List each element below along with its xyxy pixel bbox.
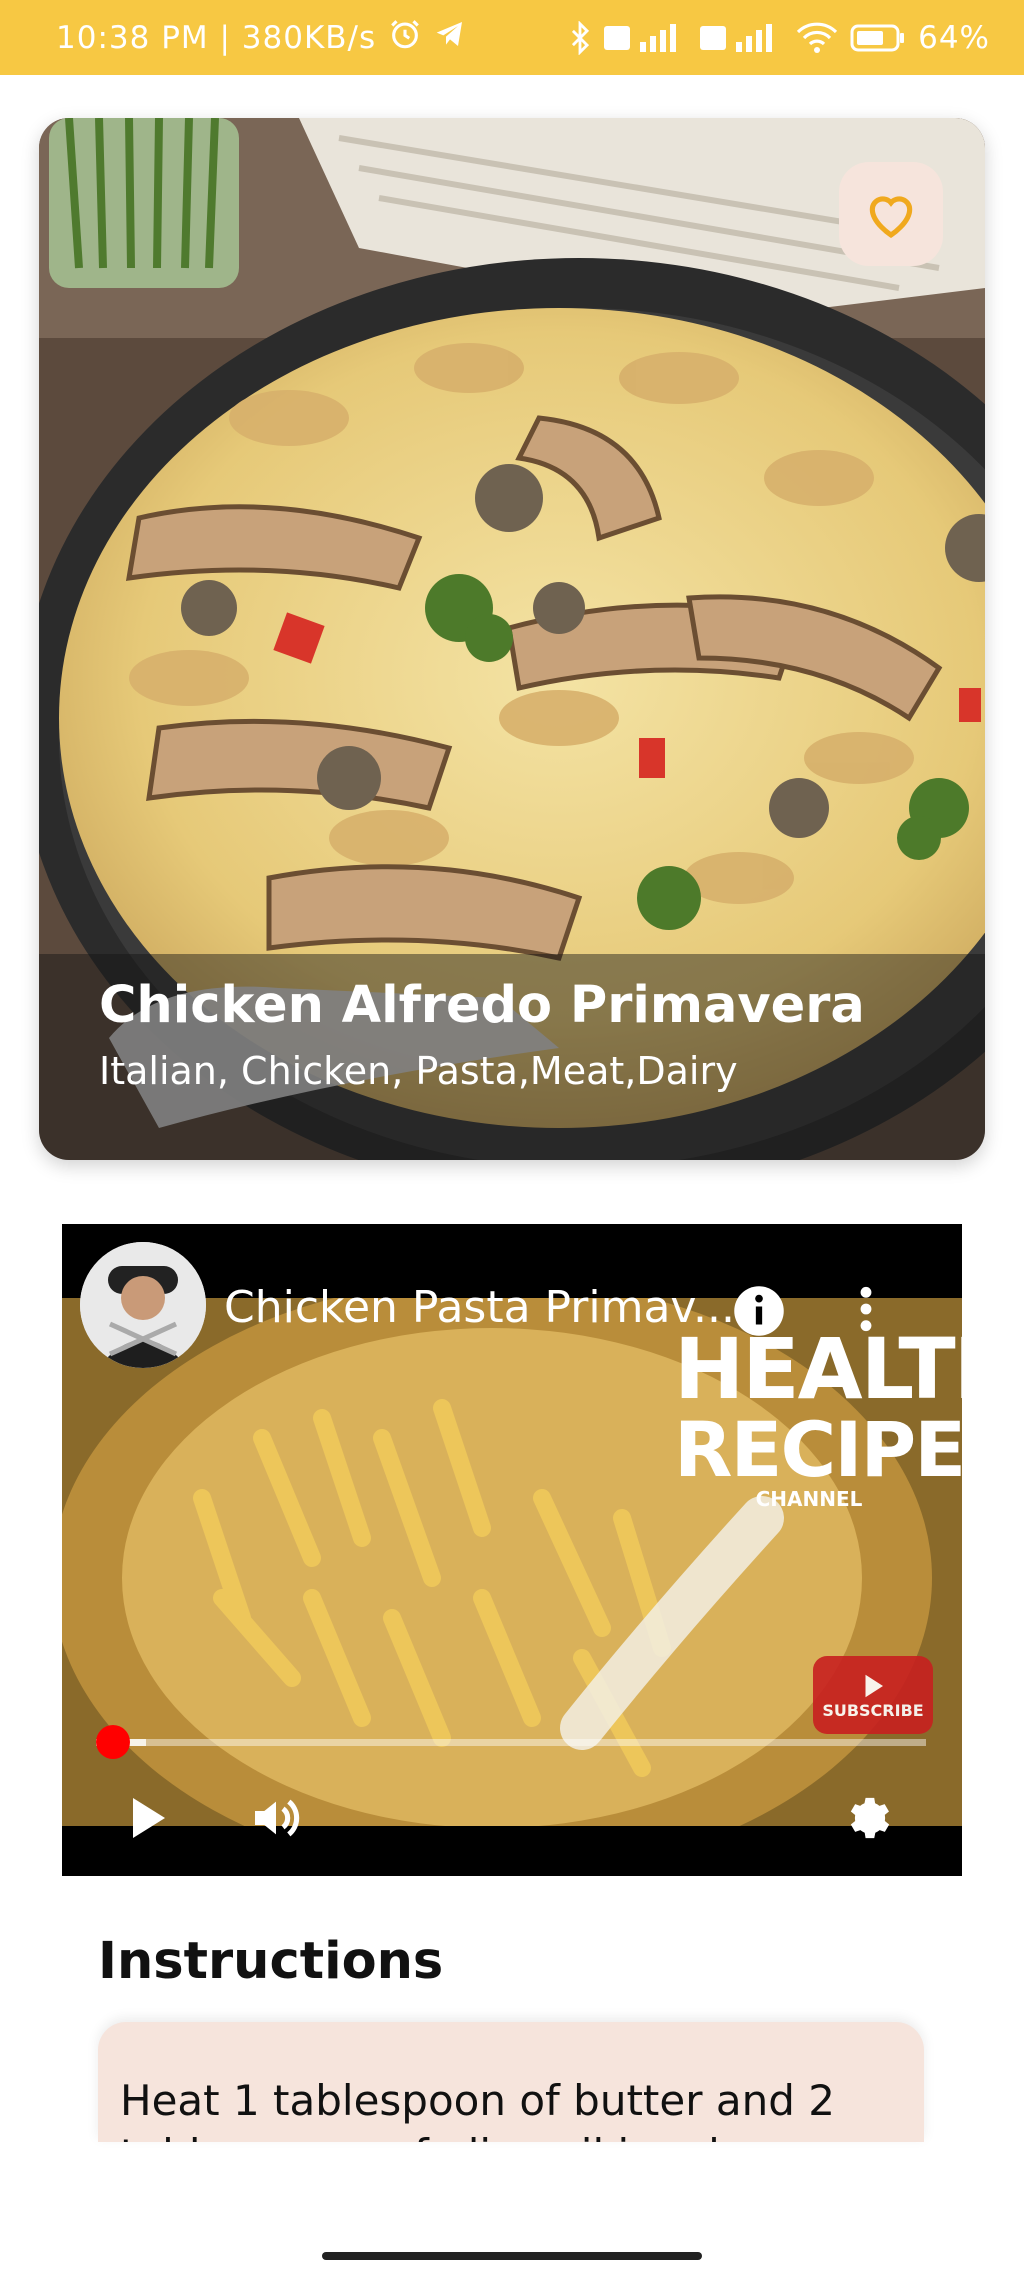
status-time-speed: 10:38 PM | 380KB/s [56,19,377,56]
recipe-caption: Chicken Alfredo Primavera Italian, Chick… [39,954,985,1160]
logo-line-2: RECIPES [674,1404,962,1494]
recipe-hero-card[interactable]: Chicken Alfredo Primavera Italian, Chick… [39,118,985,1160]
instruction-step-text: Heat 1 tablespoon of butter and 2 tables… [120,2076,835,2142]
play-triangle-icon [865,1674,883,1697]
volume-button[interactable] [248,1790,304,1850]
video-title[interactable]: Chicken Pasta Primav... [224,1282,735,1333]
heart-outline-icon [869,196,913,239]
video-progress-bar[interactable] [96,1739,926,1746]
home-indicator[interactable] [322,2252,702,2260]
favorite-button[interactable] [839,162,943,266]
chef-avatar-image [80,1242,206,1368]
logo-line-1: HEALTHY [674,1320,962,1418]
wifi-icon [796,22,838,54]
instructions-heading: Instructions [98,1932,444,1991]
alarm-icon [388,17,422,59]
volte-signal-icon [604,22,688,54]
play-icon [133,1798,165,1838]
play-button[interactable] [128,1794,170,1846]
channel-avatar[interactable] [80,1242,206,1368]
battery-percentage: 64% [918,19,990,56]
status-bar-right: 64% [568,20,990,56]
subscribe-label: SUBSCRIBE [822,1700,924,1720]
instruction-step-card: Heat 1 tablespoon of butter and 2 tables… [98,2022,924,2142]
status-bar: 10:38 PM | 380KB/s 64% [0,0,1024,75]
recipe-title: Chicken Alfredo Primavera [99,976,865,1035]
recipe-tags: Italian, Chicken, Pasta,Meat,Dairy [99,1049,738,1093]
volume-icon [255,1799,300,1837]
settings-button[interactable] [840,1792,892,1848]
video-player[interactable]: Chicken Pasta Primav... HEALTHY RECIPES … [62,1224,962,1876]
telegram-icon [434,18,466,58]
volte-signal-icon-2 [700,22,784,54]
battery-icon [850,23,906,53]
channel-logo-overlay: HEALTHY RECIPES CHANNEL [674,1320,962,1509]
progress-scrubber[interactable] [95,1725,130,1759]
subscribe-watermark[interactable]: SUBSCRIBE [813,1656,933,1734]
status-bar-left: 10:38 PM | 380KB/s [56,17,466,59]
gear-icon [850,1797,890,1839]
bluetooth-icon [568,20,592,55]
